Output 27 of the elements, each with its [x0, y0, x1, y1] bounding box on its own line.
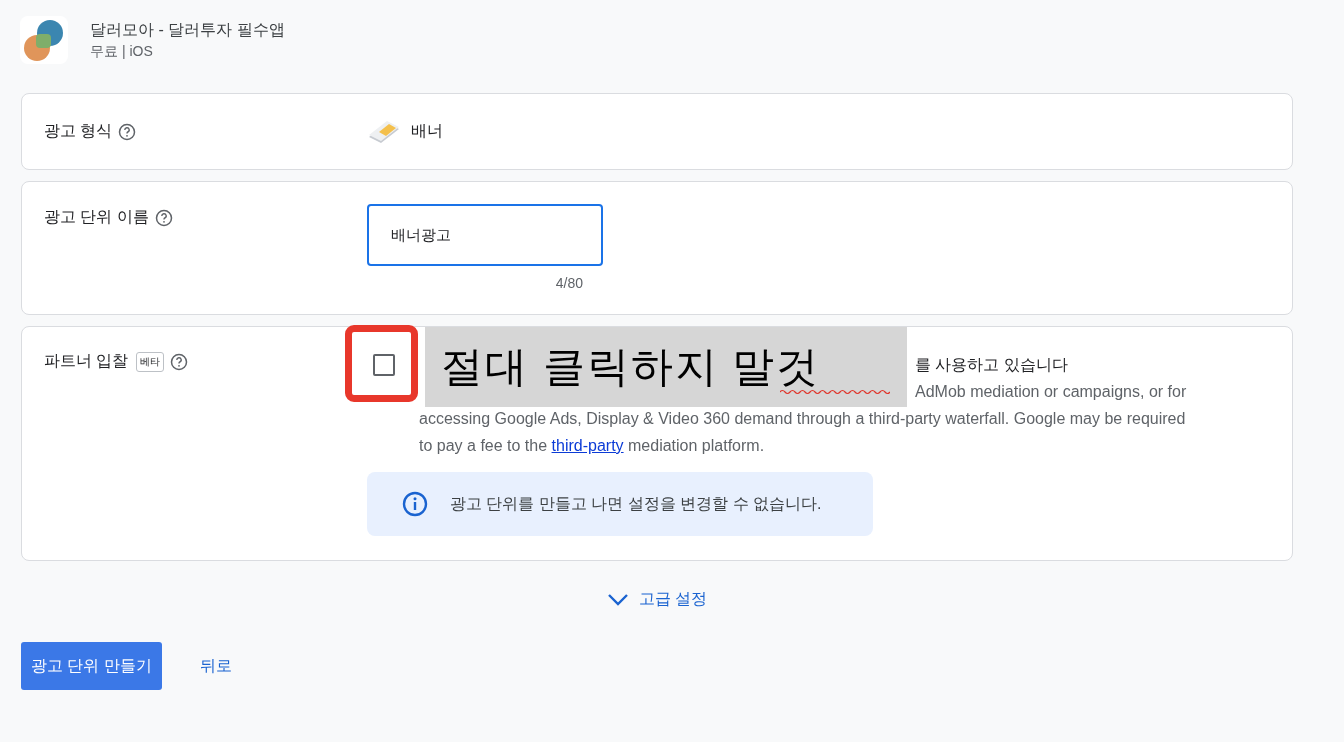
ad-unit-name-field[interactable]: 배너광고	[367, 204, 603, 266]
description-text: to pay a fee to the third-party mediation platform.	[419, 436, 766, 456]
field-label: 광고 단위 이름	[44, 207, 149, 227]
beta-badge: 베타	[136, 351, 165, 372]
banner-icon	[367, 119, 401, 144]
notice-text: 광고 단위를 만들고 나면 설정을 변경할 수 없습니다.	[450, 493, 822, 514]
help-icon[interactable]	[154, 208, 173, 227]
chevron-icon	[606, 592, 629, 607]
help-icon[interactable]	[118, 122, 137, 141]
field-label: 광고 형식	[44, 121, 113, 141]
third-party-link[interactable]: third-party	[551, 437, 624, 454]
ad-format-value: 배너	[411, 121, 443, 141]
info-icon	[402, 491, 428, 517]
description-text: AdMob mediation or campaigns, or for	[915, 382, 1187, 402]
checkbox[interactable]	[373, 354, 395, 376]
app-name: 달러모아 - 달러투자 필수앱	[90, 19, 285, 40]
create-ad-unit-button[interactable]: 광고 단위 만들기	[21, 642, 162, 690]
description-text: accessing Google Ads, Display & Video 360 demand through a third-party waterfall. Google may be required	[419, 409, 1187, 429]
option-title: 를 사용하고 있습니다	[915, 355, 1069, 375]
app-icon	[20, 16, 68, 64]
advanced-settings-toggle[interactable]: 고급 설정	[602, 585, 712, 614]
app-meta: 무료 | iOS	[90, 42, 154, 61]
character-counter: 4/80	[555, 275, 583, 291]
help-icon[interactable]	[170, 352, 189, 371]
back-link[interactable]: 뒤로	[199, 655, 232, 677]
annotation-text: 절대 클릭하지 말것	[441, 342, 821, 392]
field-label: 파트너 입찰	[44, 351, 129, 371]
